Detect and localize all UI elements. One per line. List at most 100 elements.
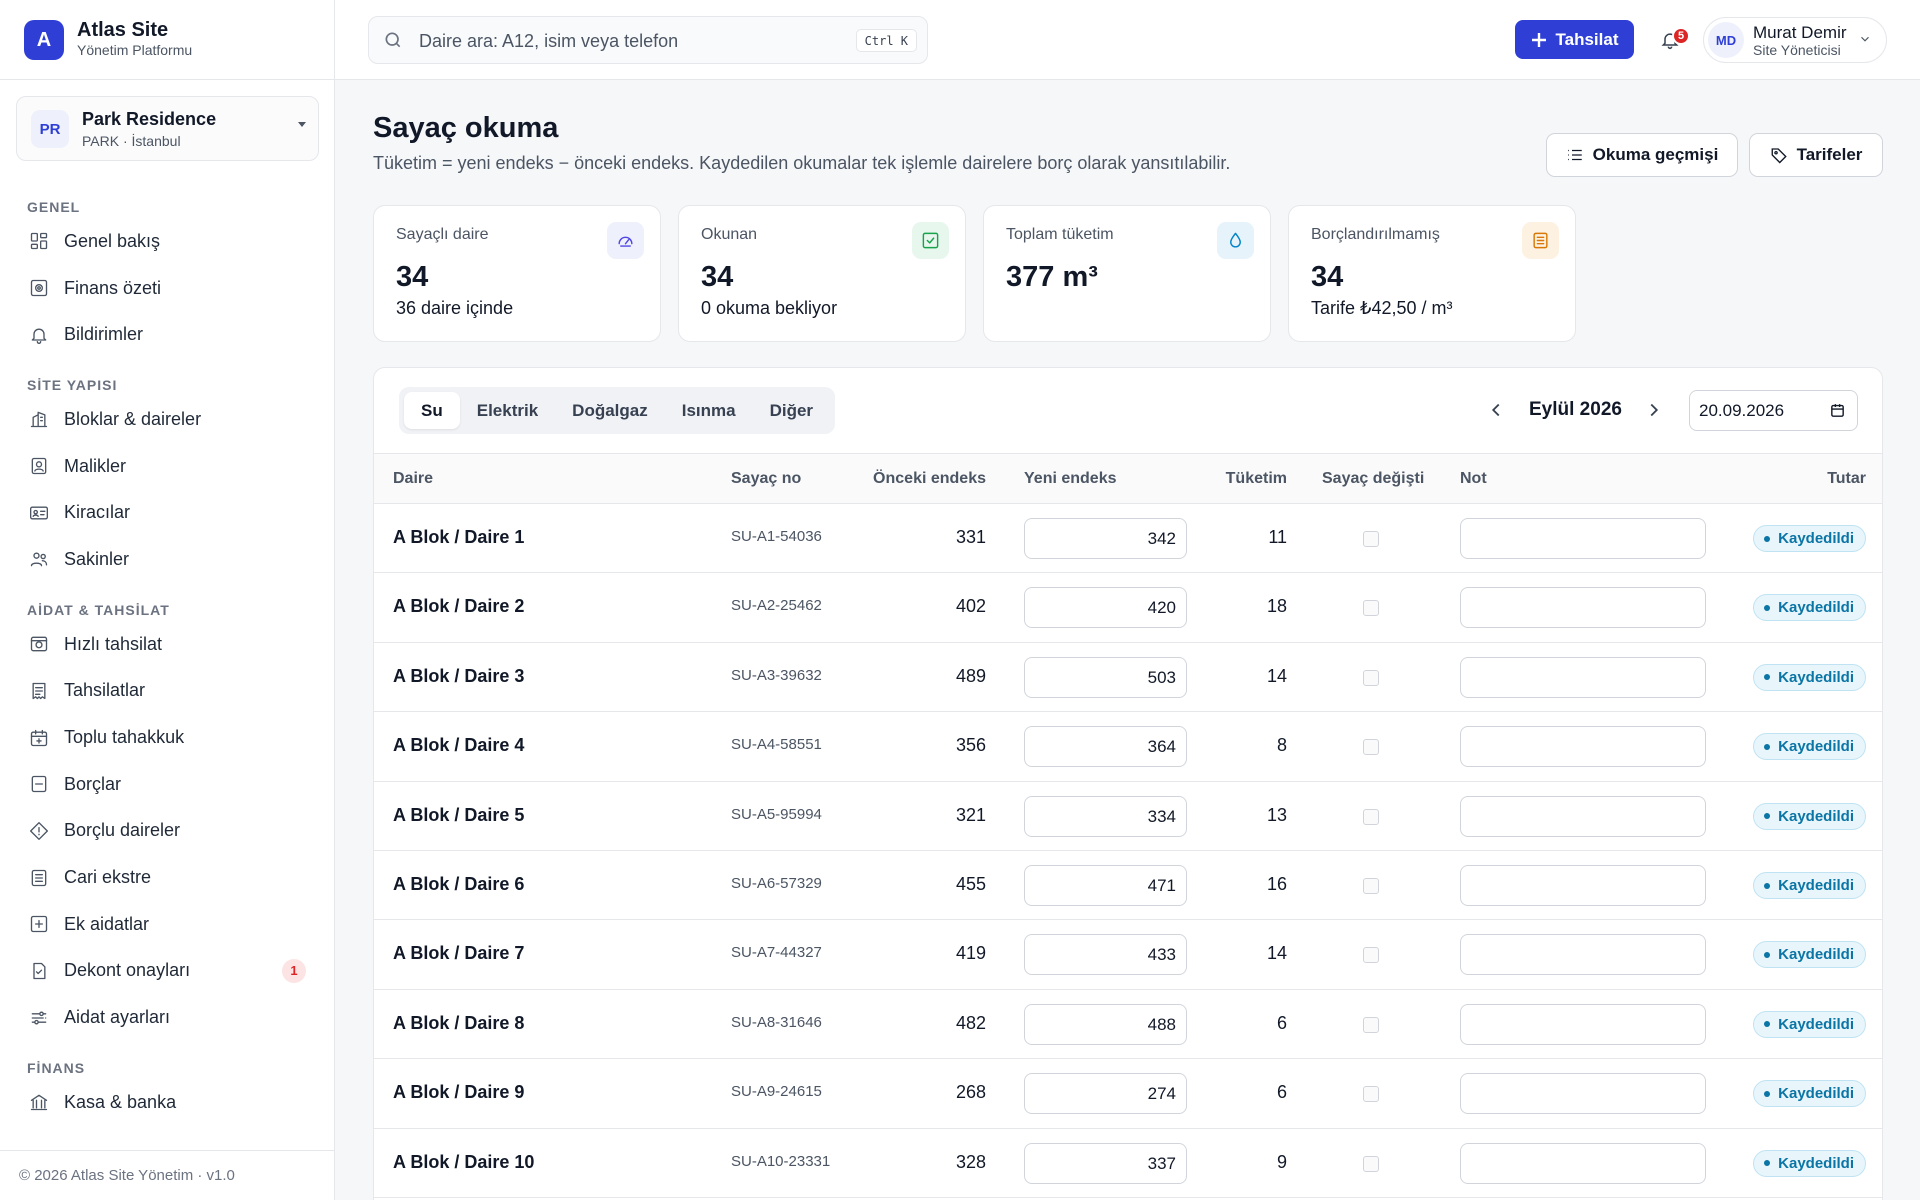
new-reading-input[interactable]: 342: [1024, 518, 1187, 559]
note-input[interactable]: [1460, 1142, 1706, 1184]
sidebar-item[interactable]: Malikler: [0, 443, 334, 490]
brand-logo[interactable]: A: [24, 20, 64, 60]
note-input[interactable]: [1460, 587, 1706, 629]
previous-period-button[interactable]: [1485, 399, 1507, 421]
tab-3[interactable]: Isınma: [665, 392, 753, 429]
tab-4[interactable]: Diğer: [753, 392, 830, 429]
table-row[interactable]: A Blok / Daire 10 SU-A10-23331 328 337 9 Kayd…: [374, 1129, 1882, 1198]
tab-1[interactable]: Elektrik: [460, 392, 555, 429]
table-row[interactable]: A Blok / Daire 2 SU-A2-25462 402 420 18 Kayde…: [374, 573, 1882, 643]
new-reading-input[interactable]: 364: [1024, 726, 1187, 768]
column-header-amount[interactable]: Tutar: [1827, 470, 1866, 488]
sidebar-item[interactable]: Kasa & banka: [0, 1079, 334, 1126]
sidebar-item[interactable]: Bloklar & daireler: [0, 396, 334, 443]
new-reading-input[interactable]: 471: [1024, 865, 1187, 906]
new-reading-input[interactable]: 334: [1024, 795, 1187, 837]
sidebar-item[interactable]: Kiracılar: [0, 489, 334, 536]
stat-subtext: 36 daire içinde: [396, 298, 514, 318]
previous-reading: 356: [955, 735, 986, 756]
notifications-button[interactable]: 5: [1656, 26, 1690, 54]
sidebar-item[interactable]: Sakinler: [0, 536, 334, 583]
note-input[interactable]: [1460, 726, 1706, 768]
table-row[interactable]: A Blok / Daire 6 SU-A6-57329 455 471 16 Kayde…: [374, 851, 1882, 921]
note-input[interactable]: [1460, 795, 1706, 837]
note-input[interactable]: [1460, 934, 1706, 976]
sidebar-item[interactable]: Ek aidatlar: [0, 901, 334, 948]
column-header-new[interactable]: Yeni endeks: [1024, 470, 1117, 488]
column-header-meter[interactable]: Sayaç no: [731, 470, 801, 488]
meter-changed-checkbox[interactable]: [1363, 600, 1379, 617]
new-reading-input[interactable]: 488: [1024, 1003, 1187, 1045]
column-header-note[interactable]: Not: [1460, 470, 1487, 488]
meter-changed-checkbox[interactable]: [1363, 1155, 1379, 1172]
notification-count-badge: 5: [1672, 27, 1690, 45]
sidebar-nav: GENEL Genel bakış Finans özeti Bildirimler S…: [0, 180, 334, 1150]
user-menu[interactable]: MD Murat Demir Site Yöneticisi: [1703, 17, 1887, 63]
search-input[interactable]: Daire ara: A12, isim veya telefon Ctrl K: [368, 16, 928, 64]
new-reading-input[interactable]: 274: [1024, 1073, 1187, 1115]
meter-changed-checkbox[interactable]: [1363, 1086, 1379, 1103]
table-row[interactable]: A Blok / Daire 9 SU-A9-24615 268 274 6 Kayded…: [374, 1059, 1882, 1129]
meter-number: SU-A1-54036: [731, 528, 822, 545]
reading-history-button[interactable]: Okuma geçmişi: [1546, 133, 1738, 177]
topbar: Daire ara: A12, isim veya telefon Ctrl K…: [335, 0, 1920, 80]
note-input[interactable]: [1460, 656, 1706, 698]
meter-number: SU-A6-57329: [731, 875, 822, 892]
sidebar-item[interactable]: Bildirimler: [0, 311, 334, 358]
new-reading-input[interactable]: 420: [1024, 587, 1187, 629]
new-reading-value: 364: [1147, 737, 1176, 757]
new-reading-input[interactable]: 433: [1024, 934, 1187, 976]
sidebar-item[interactable]: Borçlar: [0, 761, 334, 808]
meter-number: SU-A2-25462: [731, 597, 822, 615]
sidebar-item[interactable]: Cari ekstre: [0, 854, 334, 901]
table-row[interactable]: A Blok / Daire 8 SU-A8-31646 482 488 6 Kayded…: [374, 990, 1882, 1060]
sidebar-item[interactable]: Tahsilatlar: [0, 668, 334, 715]
note-input[interactable]: [1460, 1073, 1706, 1115]
sidebar-item[interactable]: Toplu tahakkuk: [0, 714, 334, 761]
sidebar-item[interactable]: Borçlu daireler: [0, 808, 334, 855]
chevron-right-icon: [1650, 403, 1659, 417]
column-header-unit[interactable]: Daire: [393, 470, 433, 488]
meter-changed-checkbox[interactable]: [1363, 669, 1379, 686]
status-badge: Kaydedildi: [1753, 802, 1866, 830]
next-period-button[interactable]: [1643, 399, 1665, 421]
meter-changed-checkbox[interactable]: [1363, 808, 1379, 825]
sidebar-item[interactable]: Hızlı tahsilat: [0, 621, 334, 668]
new-reading-input[interactable]: 337: [1024, 1142, 1187, 1184]
sidebar-item[interactable]: Aidat ayarları: [0, 994, 334, 1041]
tab-0[interactable]: Su: [404, 392, 460, 429]
sidebar-item[interactable]: Dekont onayları 1: [0, 948, 334, 995]
note-input[interactable]: [1460, 865, 1706, 906]
sidebar-item[interactable]: Finans özeti: [0, 265, 334, 312]
column-header-previous[interactable]: Önceki endeks: [873, 470, 986, 488]
consumption-value: 6: [1276, 1012, 1287, 1033]
meter-reading-panel: Su Elektrik Doğalgaz Isınma Diğer Eylül 2026…: [373, 367, 1883, 1200]
note-input[interactable]: [1460, 1003, 1706, 1045]
sidebar-footer: © 2026 Atlas Site Yönetim · v1.0: [0, 1150, 334, 1200]
meter-changed-checkbox[interactable]: [1363, 739, 1379, 756]
sidebar-item-label: Sakinler: [64, 548, 130, 569]
plus-icon: [1531, 32, 1546, 47]
column-header-consumption[interactable]: Tüketim: [1226, 470, 1287, 488]
tariffs-button[interactable]: Tarifeler: [1749, 133, 1883, 177]
meter-number: SU-A7-44327: [731, 944, 822, 962]
new-payment-button[interactable]: Tahsilat: [1515, 20, 1634, 59]
meter-changed-checkbox[interactable]: [1363, 947, 1379, 964]
sidebar-item[interactable]: Genel bakış: [0, 218, 334, 265]
new-payment-label: Tahsilat: [1555, 29, 1619, 49]
column-header-meter-changed[interactable]: Sayaç değişti: [1322, 470, 1424, 488]
site-switcher[interactable]: PR Park Residence PARK · İstanbul: [16, 96, 319, 161]
new-reading-input[interactable]: 503: [1024, 656, 1187, 698]
table-row[interactable]: A Blok / Daire 5 SU-A5-95994 321 334 13 Kayde…: [374, 782, 1882, 851]
note-input[interactable]: [1460, 518, 1706, 559]
table-row[interactable]: A Blok / Daire 4 SU-A4-58551 356 364 8 Kayded…: [374, 712, 1882, 782]
table-row[interactable]: A Blok / Daire 7 SU-A7-44327 419 433 14 Kayde…: [374, 920, 1882, 990]
reading-date-input[interactable]: 20.09.2026: [1689, 390, 1858, 431]
meter-changed-checkbox[interactable]: [1363, 531, 1379, 547]
tab-2[interactable]: Doğalgaz: [555, 392, 665, 429]
table-row[interactable]: A Blok / Daire 1 SU-A1-54036 331 342 11 Kayde…: [374, 504, 1882, 574]
meter-changed-checkbox[interactable]: [1363, 1016, 1379, 1033]
sidebar-item-label: Bloklar & daireler: [64, 408, 202, 429]
table-row[interactable]: A Blok / Daire 3 SU-A3-39632 489 503 14 Kayde…: [374, 643, 1882, 713]
meter-changed-checkbox[interactable]: [1363, 878, 1379, 894]
